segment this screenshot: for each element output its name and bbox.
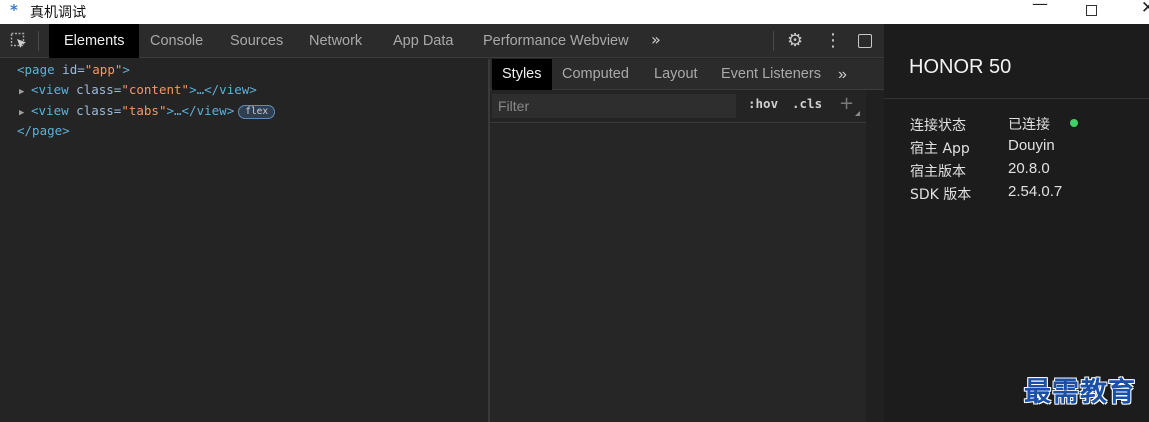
- tab-styles[interactable]: Styles: [492, 59, 552, 90]
- dom-tree: <page id="app"> ▶ <view class="content">……: [0, 59, 488, 422]
- more-style-tabs-button[interactable]: »: [838, 59, 847, 90]
- settings-icon[interactable]: ⚙: [787, 30, 803, 51]
- dom-node-view-content[interactable]: ▶ <view class="content">…</view>: [19, 82, 257, 97]
- tab-console[interactable]: Console: [150, 24, 203, 58]
- divider: [884, 98, 1149, 99]
- sdk-version-value: 2.54.0.7: [1008, 183, 1063, 200]
- host-version-label: 宿主版本: [910, 164, 966, 180]
- add-style-rule-icon[interactable]: +: [839, 93, 854, 114]
- app-icon: *: [10, 1, 18, 19]
- dom-node-page[interactable]: <page id="app">: [17, 62, 130, 77]
- device-info-panel: HONOR 50 连接状态 已连接 宿主 App Douyin 宿主版本 20.…: [884, 24, 1149, 422]
- title-bar: * 真机调试 — ✕: [0, 0, 1149, 24]
- toolbar-separator: [38, 31, 39, 51]
- maximize-icon: [1085, 5, 1097, 16]
- flex-badge[interactable]: flex: [238, 105, 276, 119]
- toolbar-separator: [773, 31, 774, 51]
- styles-content: [490, 124, 866, 422]
- host-app-value: Douyin: [1008, 137, 1055, 154]
- tab-network[interactable]: Network: [309, 24, 362, 58]
- tab-event-listeners[interactable]: Event Listeners: [721, 59, 821, 90]
- dock-side-icon[interactable]: [858, 34, 872, 48]
- devtools-panel: Elements Console Sources Network App Dat…: [0, 24, 884, 422]
- watermark-logo: 最需教育: [1024, 377, 1136, 408]
- window-title: 真机调试: [30, 5, 86, 21]
- tab-app-data[interactable]: App Data: [393, 24, 453, 58]
- styles-scrollbar[interactable]: [866, 90, 884, 422]
- tab-sources[interactable]: Sources: [230, 24, 283, 58]
- corner-triangle-icon: [855, 111, 860, 116]
- maximize-button[interactable]: [1071, 0, 1111, 24]
- tab-performance-webview[interactable]: Performance Webview: [483, 24, 629, 58]
- close-button[interactable]: ✕: [1128, 0, 1149, 22]
- hover-state-toggle[interactable]: :hov: [748, 96, 778, 111]
- styles-tabbar: Styles Computed Layout Event Listeners »: [490, 59, 884, 90]
- devtools-toolbar: Elements Console Sources Network App Dat…: [0, 24, 884, 58]
- styles-filter-bar: :hov .cls +: [490, 90, 866, 123]
- host-version-value: 20.8.0: [1008, 160, 1050, 177]
- tab-computed[interactable]: Computed: [562, 59, 629, 90]
- class-toggle[interactable]: .cls: [792, 96, 822, 111]
- dom-node-page-close[interactable]: </page>: [17, 123, 70, 138]
- connection-status-label: 连接状态: [910, 118, 966, 134]
- status-dot-icon: [1070, 119, 1078, 127]
- dom-node-view-tabs[interactable]: ▶ <view class="tabs">…</view> flex: [19, 103, 276, 119]
- more-options-icon[interactable]: ⋮: [824, 30, 842, 51]
- inspect-element-icon[interactable]: [10, 32, 28, 50]
- more-tabs-button[interactable]: »: [651, 24, 661, 58]
- styles-filter-input[interactable]: [492, 94, 736, 118]
- tab-elements[interactable]: Elements: [49, 24, 140, 58]
- expand-triangle-icon[interactable]: ▶: [19, 108, 31, 118]
- minimize-button[interactable]: —: [1020, 0, 1060, 18]
- styles-panel: Styles Computed Layout Event Listeners »…: [490, 59, 884, 422]
- host-app-label: 宿主 App: [910, 141, 970, 157]
- device-name: HONOR 50: [909, 56, 1012, 78]
- connection-status-value: 已连接: [1008, 117, 1050, 133]
- sdk-version-label: SDK 版本: [910, 187, 972, 203]
- expand-triangle-icon[interactable]: ▶: [19, 87, 31, 97]
- tab-layout[interactable]: Layout: [654, 59, 698, 90]
